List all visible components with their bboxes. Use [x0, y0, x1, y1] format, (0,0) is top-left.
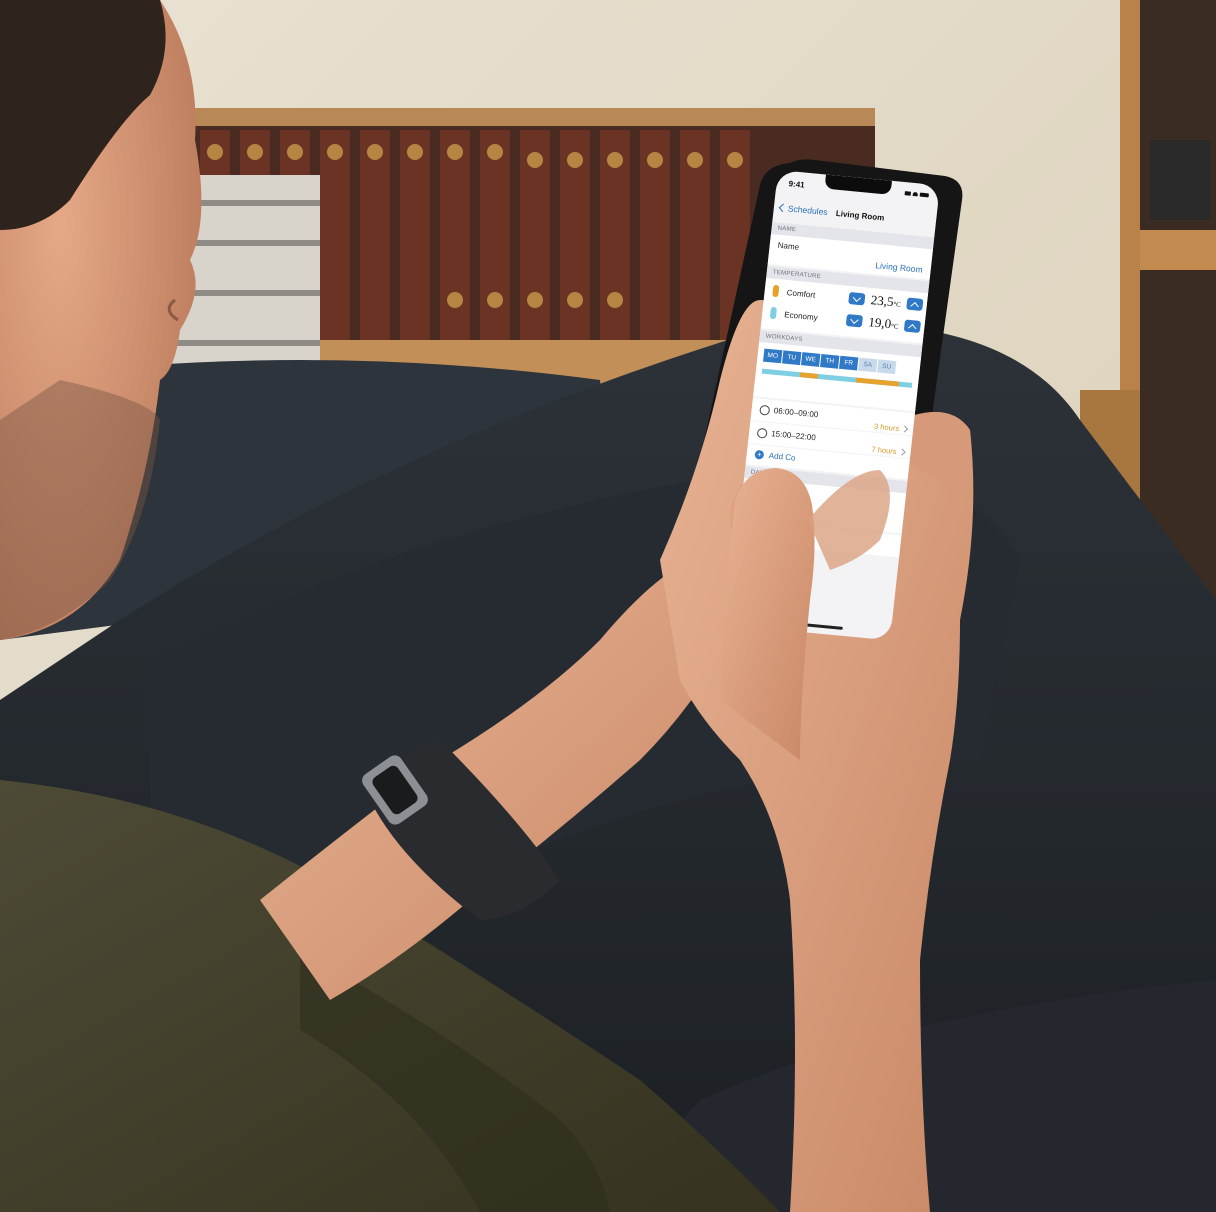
- economy-number: 19,0: [867, 314, 893, 332]
- battery-icon: [919, 192, 930, 198]
- day-off-tu[interactable]: TU: [767, 486, 787, 502]
- chevron-down-icon: [850, 315, 859, 324]
- economy-unit: °C: [890, 322, 899, 331]
- thermometer-cool-icon: [769, 306, 778, 320]
- comfort-unit: °C: [892, 300, 902, 309]
- economy-value: 19,0°C: [868, 314, 900, 333]
- add-comfort-label: Add Co: [768, 451, 796, 463]
- chevron-up-icon: [910, 302, 919, 311]
- page-title: Living Room: [835, 208, 885, 223]
- day-fr[interactable]: FR: [838, 355, 859, 371]
- economy-decrease-button[interactable]: [845, 313, 864, 328]
- economy-increase-button[interactable]: [903, 319, 922, 334]
- day-th[interactable]: TH: [819, 353, 840, 369]
- chevron-right-icon: [901, 425, 909, 433]
- day-off-mo[interactable]: MO: [748, 484, 768, 500]
- plus-icon: +: [754, 449, 765, 460]
- chevron-left-icon: [778, 203, 788, 213]
- comfort-value: 23,5°C: [870, 292, 902, 311]
- days-off-timeline: [746, 504, 808, 516]
- thermometer-warm-icon: [772, 284, 780, 298]
- status-time: 9:41: [788, 179, 806, 190]
- day-sa[interactable]: SA: [857, 357, 878, 373]
- days-off-selector: MO TU: [748, 484, 787, 502]
- slot-1-duration: 3 hours: [873, 421, 900, 434]
- slot-2-duration: 7 hours: [871, 444, 898, 457]
- clock-icon: [759, 404, 771, 416]
- name-label: Name: [777, 240, 800, 252]
- chevron-up-icon: [907, 324, 917, 333]
- timeline-slot-1: [799, 372, 819, 379]
- status-icons: [904, 191, 930, 198]
- day-su[interactable]: SU: [876, 359, 897, 375]
- comfort-decrease-button[interactable]: [848, 291, 866, 306]
- signal-icon: [904, 191, 912, 196]
- back-label: Schedules: [787, 203, 829, 218]
- back-button[interactable]: Schedules: [778, 203, 829, 218]
- comfort-label: Comfort: [786, 288, 816, 300]
- day-we[interactable]: WE: [800, 352, 821, 367]
- chevron-down-icon: [852, 293, 862, 302]
- economy-label: Economy: [783, 310, 819, 323]
- wifi-icon: [912, 191, 919, 197]
- days-off-slot-time: 08:00–2: [759, 528, 790, 540]
- name-value[interactable]: Living Room: [875, 260, 923, 274]
- comfort-number: 23,5: [870, 292, 895, 310]
- clock-icon: [756, 427, 768, 439]
- slot-2-time: 15:00–22:00: [770, 429, 817, 443]
- comfort-increase-button[interactable]: [906, 297, 924, 312]
- clock-icon: [745, 526, 757, 538]
- day-tu[interactable]: TU: [781, 350, 802, 366]
- day-mo[interactable]: MO: [762, 348, 783, 364]
- photo-scene: [0, 0, 1216, 1212]
- slot-1-time: 06:00–09:00: [773, 406, 819, 420]
- home-indicator: [776, 620, 843, 630]
- chevron-right-icon: [898, 448, 906, 456]
